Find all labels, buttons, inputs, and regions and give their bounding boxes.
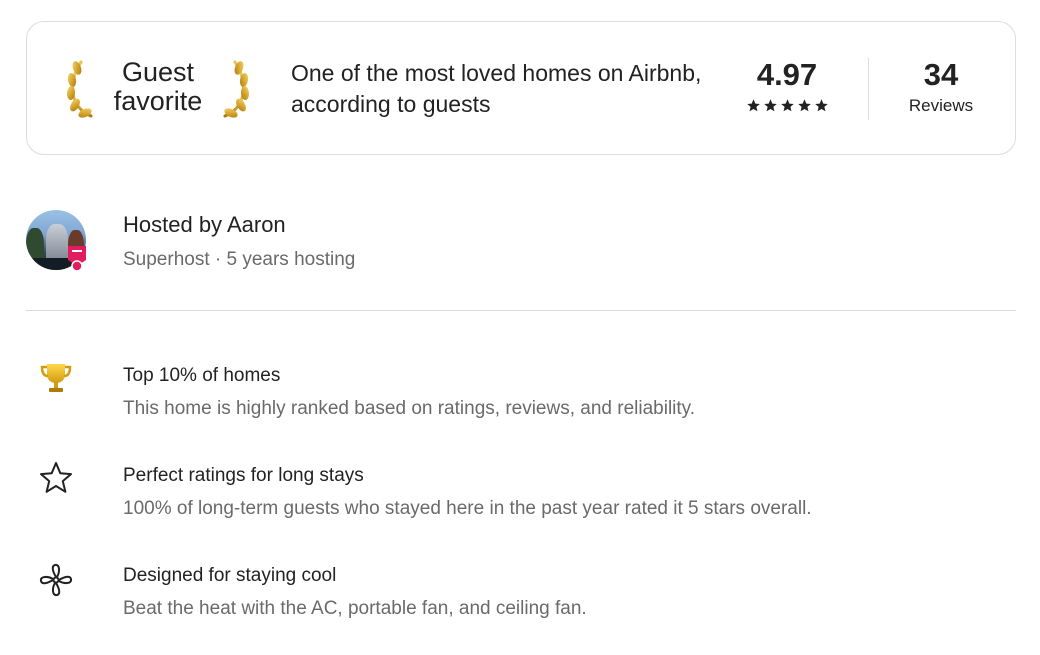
reviews-count: 34 <box>923 57 959 92</box>
highlight-description: 100% of long-term guests who stayed here… <box>123 498 812 519</box>
star-filled-icon <box>814 99 828 112</box>
highlight-title: Perfect ratings for long stays <box>123 465 364 486</box>
star-outline-icon <box>40 462 72 493</box>
star-filled-icon <box>746 99 760 112</box>
laurel-left-icon <box>66 60 93 118</box>
rating-value: 4.97 <box>756 57 818 92</box>
rating-block: 4.97 <box>727 58 847 113</box>
guest-favorite-title: Guest favorite <box>113 57 203 116</box>
reviews-link[interactable]: 34 Reviews <box>889 58 993 116</box>
section-divider <box>26 310 1016 311</box>
star-filled-icon <box>780 99 794 112</box>
star-filled-icon <box>797 99 811 112</box>
highlight-description: Beat the heat with the AC, portable fan,… <box>123 598 587 619</box>
rating-stars <box>727 98 847 113</box>
listing-host-section: Guest favorite One of the most loved hom… <box>0 0 1040 655</box>
highlight-description: This home is highly ranked based on rati… <box>123 398 696 419</box>
guest-favorite-card[interactable]: Guest favorite One of the most loved hom… <box>26 21 1016 155</box>
laurel-right-icon <box>223 60 250 118</box>
reviews-label: Reviews <box>908 96 974 115</box>
trophy-icon <box>40 364 72 392</box>
host-name[interactable]: Hosted by Aaron <box>123 211 286 239</box>
card-divider <box>868 58 869 120</box>
highlight-title: Top 10% of homes <box>123 365 281 386</box>
superhost-badge-icon <box>68 246 86 272</box>
host-meta: Superhost · 5 years hosting <box>123 249 356 270</box>
guest-favorite-description: One of the most loved homes on Airbnb, a… <box>291 60 702 117</box>
star-filled-icon <box>763 99 777 112</box>
highlight-title: Designed for staying cool <box>123 565 337 586</box>
fan-icon <box>39 563 73 597</box>
